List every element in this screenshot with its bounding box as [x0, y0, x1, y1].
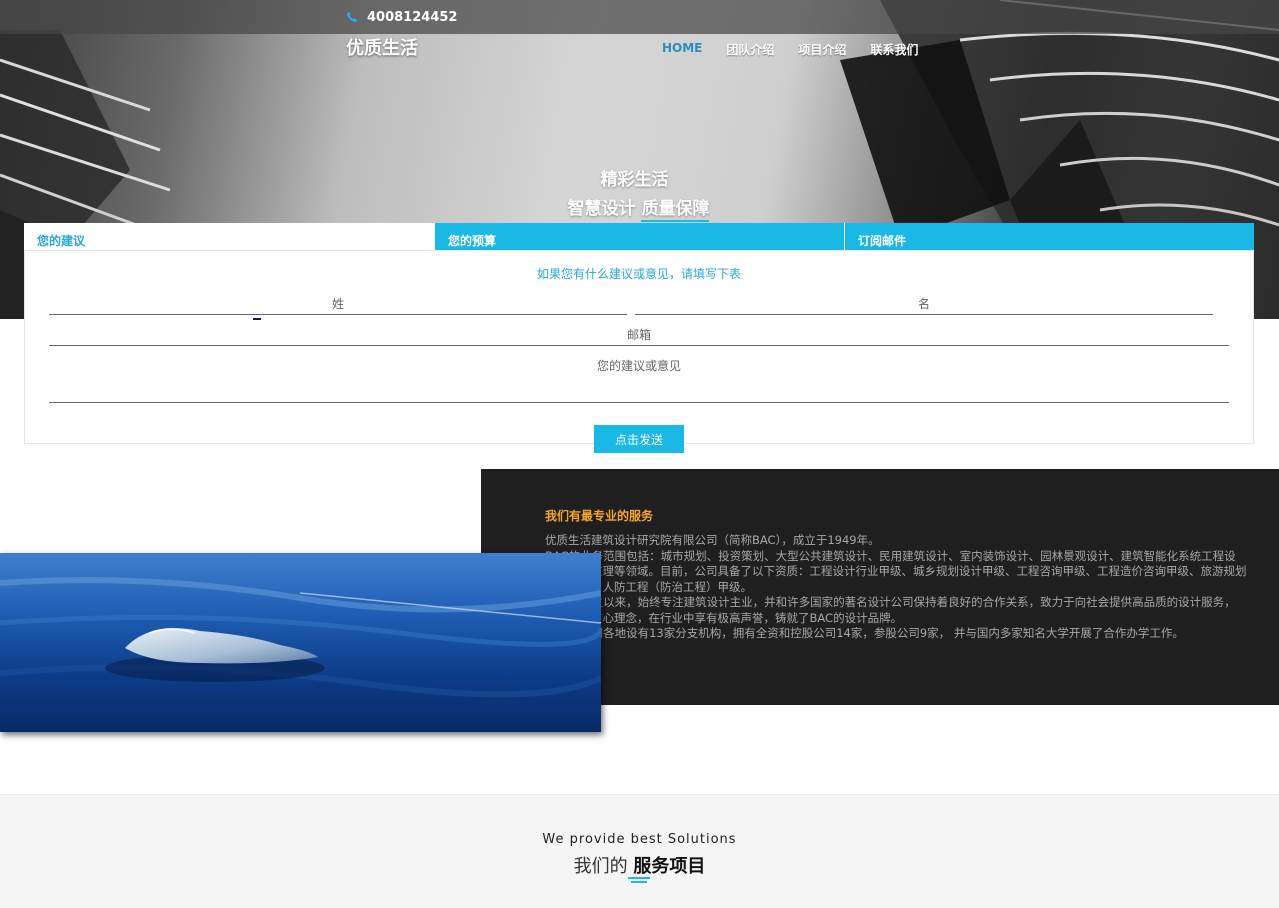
- about-title: 我们有最专业的服务: [545, 509, 654, 523]
- main-nav: HOME 团队介绍 项目介绍 联系我们: [662, 41, 918, 58]
- ocean-ice-image: [0, 553, 601, 732]
- services-title-prefix: 我们的: [573, 856, 628, 877]
- email-input[interactable]: [49, 324, 1229, 346]
- hero-slogan-line1: 精彩生活: [600, 170, 669, 190]
- text-cursor-mark: [253, 318, 261, 320]
- services-title: 我们的 服务项目: [0, 852, 1279, 878]
- tab-suggestion[interactable]: 您的建议: [24, 223, 434, 250]
- site-logo[interactable]: 优质生活: [346, 34, 418, 60]
- about-paragraph: 以诚信为核心理念，在行业中享有极高声誉，铸就了BAC的设计品牌。: [545, 610, 903, 625]
- about-photo: [0, 553, 601, 732]
- send-button[interactable]: 点击发送: [594, 425, 684, 453]
- title-underline: [631, 881, 647, 883]
- nav-contact[interactable]: 联系我们: [870, 41, 918, 58]
- services-section: We provide best Solutions 我们的 服务项目: [0, 794, 1279, 908]
- phone-icon: [346, 11, 357, 23]
- tab-budget[interactable]: 您的预算: [434, 223, 844, 250]
- about-text: 优质生活建筑设计研究院有限公司（简称BAC），成立于1949年。 BAC的业务范…: [545, 533, 1279, 642]
- first-name-input[interactable]: [635, 293, 1213, 315]
- tab-subscribe[interactable]: 订阅邮件: [844, 223, 1254, 250]
- services-subtitle: We provide best Solutions: [542, 832, 737, 847]
- form-hint: 如果您有什么建议或意见，请填写下表: [536, 267, 741, 281]
- about-paragraph: 设计甲级、人防工程（防治工程）甲级。: [545, 579, 752, 594]
- services-title-bold: 服务项目: [633, 856, 706, 877]
- hero-slogan-line2: 智慧设计 质量保障: [0, 194, 1277, 222]
- nav-team[interactable]: 团队介绍: [726, 41, 774, 58]
- about-paragraph: BAC的业务范围包括：城市规划、投资策划、大型公共建筑设计、民用建筑设计、室内装…: [545, 548, 1236, 563]
- nav-projects[interactable]: 项目介绍: [798, 41, 846, 58]
- form-tabs: 您的建议 您的预算 订阅邮件: [24, 223, 1254, 250]
- nav-home[interactable]: HOME: [662, 41, 702, 58]
- suggestion-form: 如果您有什么建议或意见，请填写下表: [24, 250, 1254, 444]
- about-paragraph: 计、工程监理等领域。目前，公司具备了以下资质：工程设计行业甲级、城乡规划设计甲级…: [545, 564, 1247, 578]
- about-paragraph: 优质生活建筑设计研究院有限公司（简称BAC），成立于1949年。: [545, 533, 880, 547]
- hero-slogan-prefix: 智慧设计: [567, 199, 636, 219]
- top-bar: [0, 0, 1279, 34]
- message-textarea[interactable]: [49, 355, 1229, 403]
- hero-slogan-highlight: 质量保障: [641, 199, 710, 222]
- title-underline: [628, 877, 650, 879]
- phone-info: 4008124452: [346, 10, 457, 25]
- last-name-input[interactable]: [49, 293, 627, 315]
- about-paragraph: BAC在全国各地设有13家分支机构，拥有全资和控股公司14家，参股公司9家， 并…: [545, 626, 1184, 640]
- phone-number: 4008124452: [367, 10, 458, 25]
- about-paragraph: BAC自成立以来，始终专注建筑设计主业，并和许多国家的著名设计公司保持着良好的合…: [545, 595, 1236, 609]
